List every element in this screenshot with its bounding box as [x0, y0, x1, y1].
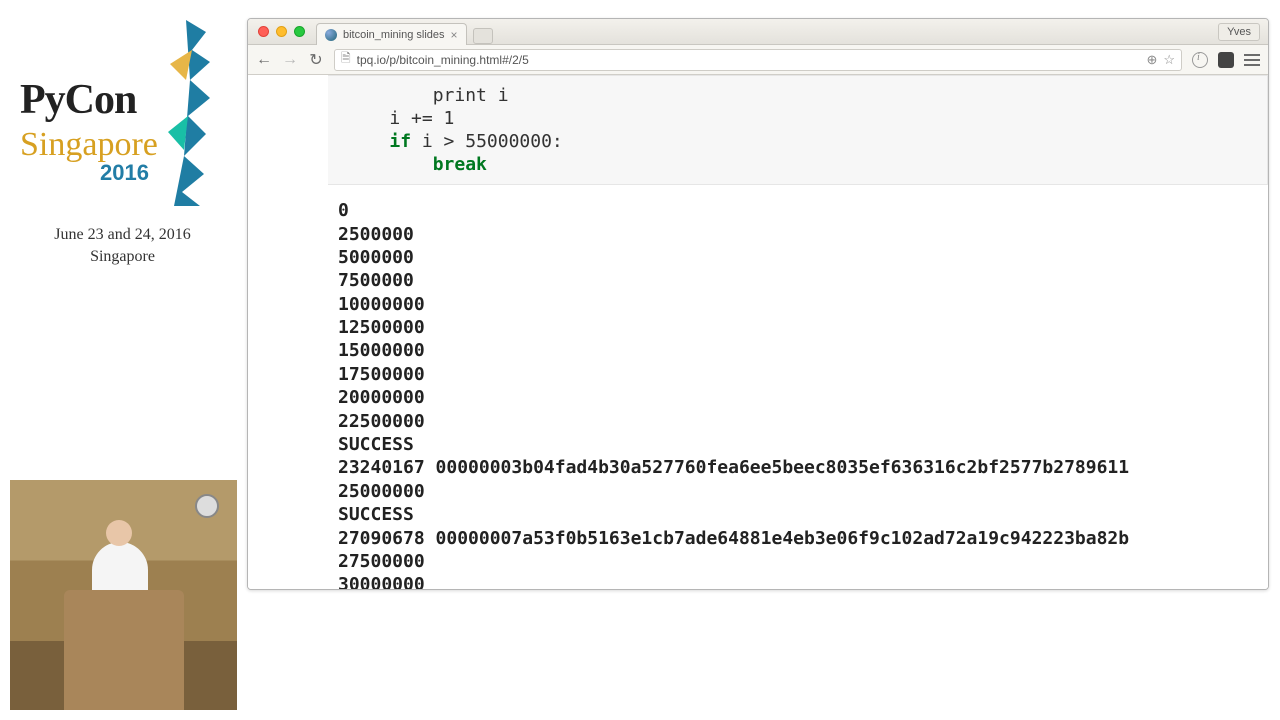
- minimize-window-button[interactable]: [276, 26, 287, 37]
- clock-icon: [195, 494, 219, 518]
- profile-button[interactable]: Yves: [1218, 23, 1260, 41]
- menu-button[interactable]: [1244, 54, 1260, 66]
- speaker-body: [92, 542, 148, 596]
- speaker-video: [10, 480, 237, 710]
- browser-window: bitcoin_mining slides × Yves ← → ↻ 🗎 ⊕ ☆…: [247, 18, 1269, 590]
- browser-toolbar: ← → ↻ 🗎 ⊕ ☆: [248, 45, 1268, 75]
- favicon-icon: [325, 29, 337, 41]
- toolbar-right: [1192, 52, 1260, 68]
- event-date-line2: Singapore: [0, 246, 245, 268]
- close-window-button[interactable]: [258, 26, 269, 37]
- page-icon: 🗎: [341, 49, 351, 70]
- output-cell: 0 2500000 5000000 7500000 10000000 12500…: [338, 199, 1268, 589]
- page-content: print i i += 1 if i > 55000000: break 0 …: [248, 75, 1268, 589]
- bookmark-icon[interactable]: ☆: [1163, 52, 1175, 68]
- window-controls: [258, 26, 305, 37]
- info-extension-icon[interactable]: [1192, 52, 1208, 68]
- podium: [64, 590, 184, 710]
- maximize-window-button[interactable]: [294, 26, 305, 37]
- back-button[interactable]: ←: [256, 52, 272, 68]
- speaker-head: [106, 520, 132, 546]
- address-bar[interactable]: 🗎 ⊕ ☆: [334, 49, 1182, 71]
- event-date-line1: June 23 and 24, 2016: [0, 224, 245, 246]
- code-cell: print i i += 1 if i > 55000000: break: [328, 75, 1268, 185]
- window-titlebar: bitcoin_mining slides × Yves: [248, 19, 1268, 45]
- zoom-icon[interactable]: ⊕: [1146, 52, 1157, 68]
- reload-button[interactable]: ↻: [308, 52, 324, 68]
- logo-subtitle: Singapore: [20, 126, 158, 164]
- browser-tab[interactable]: bitcoin_mining slides ×: [316, 23, 467, 45]
- tab-close-button[interactable]: ×: [451, 29, 458, 41]
- event-sidebar: PyCon Singapore 2016 June 23 and 24, 201…: [0, 0, 245, 720]
- pycon-logo: PyCon Singapore 2016: [18, 14, 226, 214]
- logo-year: 2016: [100, 160, 149, 186]
- tab-title: bitcoin_mining slides: [343, 29, 445, 41]
- dancer-icon: [162, 16, 218, 208]
- tab-strip: bitcoin_mining slides ×: [316, 23, 493, 45]
- new-tab-button[interactable]: [473, 28, 493, 44]
- forward-button[interactable]: →: [282, 52, 298, 68]
- extension-icon[interactable]: [1218, 52, 1234, 68]
- event-date: June 23 and 24, 2016 Singapore: [0, 224, 245, 267]
- logo-title: PyCon: [20, 76, 136, 124]
- url-input[interactable]: [357, 53, 1141, 67]
